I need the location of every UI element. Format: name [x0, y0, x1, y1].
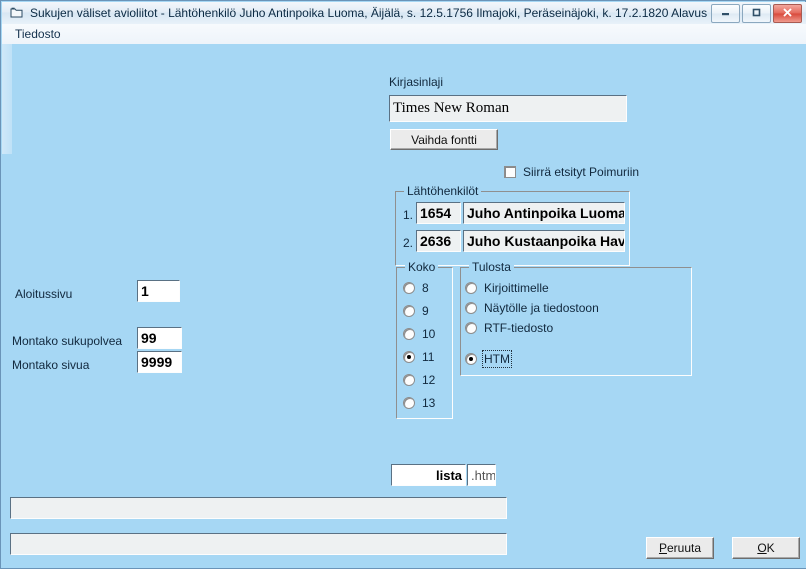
title-bar: Sukujen väliset avioliitot - Lähtöhenkil… [2, 2, 806, 25]
output-option-rtf[interactable]: RTF-tiedosto [465, 321, 553, 335]
window-document-icon [9, 5, 25, 21]
pages-value: 9999 [141, 354, 173, 370]
output-option-htm[interactable]: HTM [465, 350, 512, 368]
menu-item-tiedosto[interactable]: Tiedosto [8, 25, 68, 43]
radio-dot[interactable] [465, 282, 477, 294]
start-page-value: 1 [141, 283, 149, 299]
size-option-12-label: 12 [422, 373, 436, 387]
output-option-rtf-label: RTF-tiedosto [484, 321, 554, 335]
radio-dot-selected[interactable] [465, 353, 477, 365]
window-title: Sukujen väliset avioliitot - Lähtöhenkil… [30, 6, 708, 20]
radio-dot[interactable] [403, 328, 415, 340]
start-person-1-name-value: Juho Antinpoika Luoma, [467, 205, 624, 221]
left-edge-strip [2, 44, 12, 154]
size-option-8-label: 8 [422, 281, 429, 295]
output-option-printer[interactable]: Kirjoittimelle [465, 281, 549, 295]
start-person-2-id-value: 2636 [420, 233, 452, 249]
output-group-title: Tulosta [469, 260, 514, 274]
cancel-button[interactable]: Peruuta [646, 537, 714, 559]
generations-label: Montako sukupolvea [12, 334, 123, 348]
status-bar-1 [10, 497, 507, 519]
font-name-field[interactable]: Times New Roman [389, 95, 627, 122]
start-persons-group-title: Lähtöhenkilöt [404, 184, 482, 198]
size-option-13-label: 13 [422, 396, 436, 410]
radio-dot[interactable] [403, 397, 415, 409]
start-page-field[interactable]: 1 [137, 280, 180, 302]
start-person-1-id-value: 1654 [420, 205, 452, 221]
generations-field[interactable]: 99 [137, 327, 182, 349]
close-icon [781, 5, 794, 23]
output-option-screen-and-file[interactable]: Näytölle ja tiedostoon [465, 301, 599, 315]
radio-dot[interactable] [465, 302, 477, 314]
start-person-2-name-field[interactable]: Juho Kustaanpoika Haver [463, 230, 625, 252]
filename-field[interactable]: lista [391, 464, 466, 486]
size-option-9[interactable]: 9 [403, 304, 429, 318]
size-option-13[interactable]: 13 [403, 396, 435, 410]
start-person-2-name-value: Juho Kustaanpoika Haver [467, 233, 624, 249]
radio-dot[interactable] [403, 374, 415, 386]
maximize-icon [750, 5, 763, 23]
output-option-screen-and-file-label: Näytölle ja tiedostoon [484, 301, 599, 315]
client-area: Kirjasinlaji Times New Roman Vaihda font… [2, 44, 806, 568]
move-found-checkbox[interactable]: Siirrä etsityt Poimuriin [504, 165, 639, 179]
radio-dot[interactable] [403, 282, 415, 294]
ok-button-accelerator: O [757, 541, 767, 555]
cancel-button-accelerator: P [658, 541, 667, 555]
maximize-button[interactable] [742, 4, 771, 23]
output-option-htm-label: HTM [482, 350, 512, 368]
checkbox-box[interactable] [504, 166, 516, 178]
menu-bar: Tiedosto [2, 24, 806, 45]
start-page-label: Aloitussivu [15, 287, 73, 301]
file-extension-value: .htm [471, 467, 495, 483]
size-group-title: Koko [405, 260, 439, 274]
size-option-10[interactable]: 10 [403, 327, 435, 341]
ok-button[interactable]: OK [732, 537, 800, 559]
file-extension-field[interactable]: .htm [467, 464, 496, 486]
pages-field[interactable]: 9999 [137, 351, 182, 373]
move-found-checkbox-label: Siirrä etsityt Poimuriin [523, 165, 640, 179]
change-font-button-label: Vaihda fontti [411, 132, 477, 147]
ok-button-label: K [766, 541, 775, 555]
application-window: Sukujen väliset avioliitot - Lähtöhenkil… [0, 0, 806, 569]
close-button[interactable] [773, 4, 802, 23]
size-option-11-label: 11 [422, 350, 435, 364]
start-person-1-id-field[interactable]: 1654 [416, 202, 461, 224]
radio-dot-selected[interactable] [403, 351, 415, 363]
status-bar-2 [10, 533, 507, 555]
output-option-printer-label: Kirjoittimelle [484, 281, 549, 295]
minimize-icon [719, 5, 732, 23]
size-option-10-label: 10 [422, 327, 436, 341]
change-font-button[interactable]: Vaihda fontti [390, 129, 498, 150]
font-name-value: Times New Roman [393, 100, 510, 116]
size-option-9-label: 9 [422, 304, 429, 318]
radio-dot[interactable] [403, 305, 415, 317]
minimize-button[interactable] [711, 4, 740, 23]
generations-value: 99 [141, 330, 157, 346]
start-person-1-name-field[interactable]: Juho Antinpoika Luoma, [463, 202, 625, 224]
size-option-8[interactable]: 8 [403, 281, 429, 295]
cancel-button-label: eruuta [666, 541, 702, 555]
size-option-12[interactable]: 12 [403, 373, 435, 387]
start-person-1-index: 1. [403, 208, 414, 222]
window-controls [711, 4, 802, 23]
size-option-11[interactable]: 11 [403, 350, 434, 364]
font-label: Kirjasinlaji [389, 75, 444, 89]
start-person-2-index: 2. [403, 236, 414, 250]
filename-value: lista [435, 467, 462, 483]
radio-dot[interactable] [465, 322, 477, 334]
start-person-2-id-field[interactable]: 2636 [416, 230, 461, 252]
pages-label: Montako sivua [12, 358, 90, 372]
